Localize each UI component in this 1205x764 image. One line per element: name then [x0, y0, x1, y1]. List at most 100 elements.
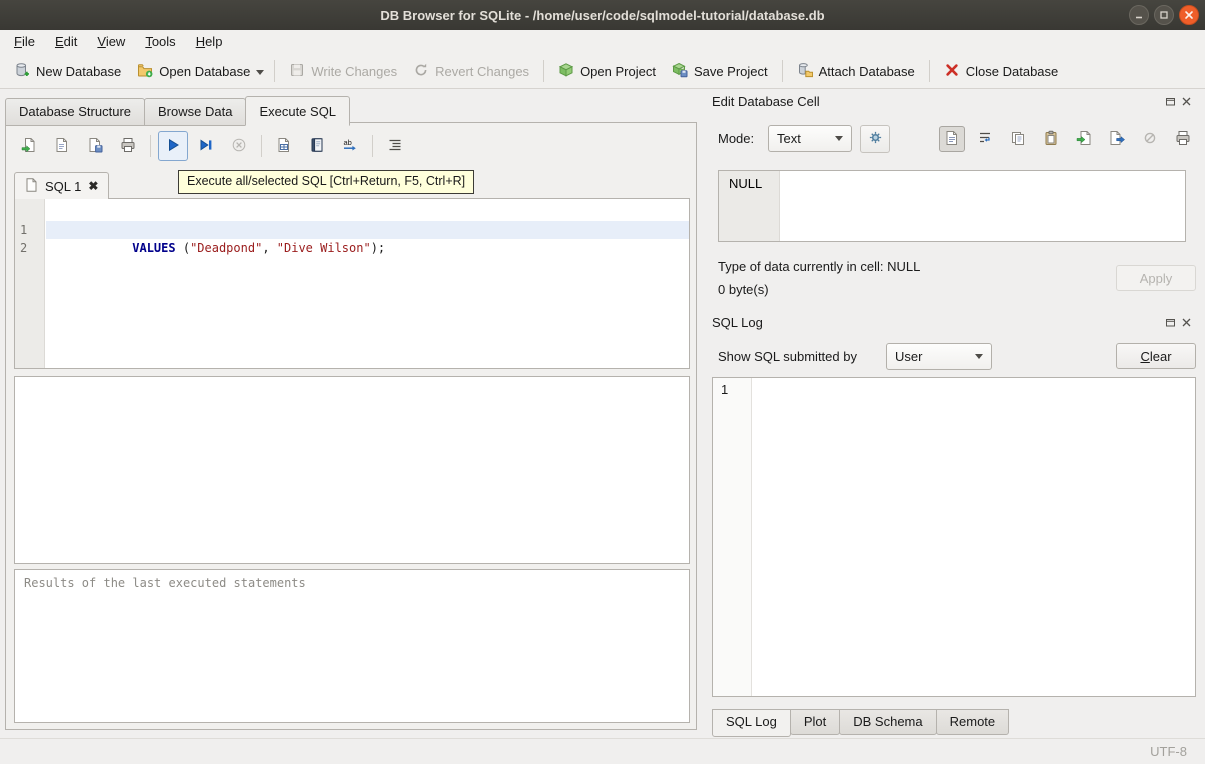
attach-database-button[interactable]: Attach Database — [789, 58, 923, 85]
minimize-icon — [1134, 10, 1144, 20]
save-sql-file-icon — [54, 137, 70, 156]
sql-log-dock-title: SQL Log — [712, 315, 1200, 333]
new-database-button[interactable]: New Database — [6, 58, 129, 85]
cell-editor-gutter: NULL — [719, 171, 780, 241]
dock-tab-db-schema[interactable]: DB Schema — [839, 709, 936, 735]
menu-tools[interactable]: Tools — [135, 30, 185, 54]
mode-select[interactable]: Text — [768, 125, 852, 152]
open-project-icon — [558, 62, 574, 81]
paste-cell-button[interactable] — [1038, 126, 1064, 152]
encoding-indicator: UTF-8 — [1150, 744, 1187, 759]
execute-line-button[interactable] — [191, 131, 221, 161]
minimize-button[interactable] — [1129, 5, 1149, 25]
maximize-button[interactable] — [1154, 5, 1174, 25]
save-project-button[interactable]: Save Project — [664, 58, 776, 85]
sql-log-gutter: 1 — [713, 378, 752, 696]
close-dock-icon[interactable] — [1181, 96, 1192, 107]
new-database-label: New Database — [36, 64, 121, 79]
float-dock-icon[interactable] — [1165, 317, 1176, 328]
submitted-by-select[interactable]: User — [886, 343, 992, 370]
toolbar-separator — [929, 60, 930, 82]
open-sql-file-button[interactable] — [14, 131, 44, 161]
sql-editor[interactable]: 1INSERT INTO "hero" ("name", "secret_nam… — [14, 198, 690, 369]
sql-toolbar-separator — [150, 135, 151, 157]
menu-edit[interactable]: Edit — [45, 30, 87, 54]
auto-format-icon — [868, 130, 883, 148]
statusbar: UTF-8 — [0, 738, 1205, 764]
cell-mode-row: Mode: Text — [718, 125, 1196, 155]
sql-log-area[interactable]: 1 — [712, 377, 1196, 697]
dock-tab-remote[interactable]: Remote — [936, 709, 1010, 735]
sql-toolbar-separator — [372, 135, 373, 157]
text-mode-button[interactable] — [939, 126, 965, 152]
import-data-button[interactable] — [1071, 126, 1097, 152]
filter-label: Show SQL submitted by — [718, 349, 857, 364]
find-replace-button[interactable]: ab — [335, 131, 365, 161]
window-controls — [1129, 5, 1199, 25]
close-database-icon — [944, 62, 960, 81]
clear-button[interactable]: Clear — [1116, 343, 1196, 369]
text-mode-icon — [944, 130, 960, 149]
attach-database-label: Attach Database — [819, 64, 915, 79]
execute-all-button[interactable] — [158, 131, 188, 161]
sql-document-tab[interactable]: SQL 1 ✖ — [14, 172, 109, 199]
print-cell-button[interactable] — [1170, 126, 1196, 152]
close-button[interactable] — [1179, 5, 1199, 25]
open-database-dropdown-arrow[interactable] — [256, 70, 264, 75]
dock-tab-bar: SQL Log Plot DB Schema Remote — [712, 709, 1008, 737]
close-dock-icon[interactable] — [1181, 317, 1192, 328]
save-results-button[interactable] — [269, 131, 299, 161]
line-number: 1 — [20, 221, 40, 239]
stop-button — [224, 131, 254, 161]
tab-execute-sql[interactable]: Execute SQL — [245, 96, 350, 126]
submitted-by-value: User — [895, 349, 922, 364]
toolbar-separator — [782, 60, 783, 82]
tooltip: Execute all/selected SQL [Ctrl+Return, F… — [178, 170, 474, 194]
write-changes-icon — [289, 62, 305, 81]
export-data-button[interactable] — [1104, 126, 1130, 152]
menu-help[interactable]: Help — [186, 30, 233, 54]
print-sql-button[interactable] — [113, 131, 143, 161]
tab-database-structure[interactable]: Database Structure — [5, 98, 145, 126]
cell-toolbar — [939, 126, 1196, 152]
word-wrap-button[interactable] — [972, 126, 998, 152]
dock-tab-sql-log[interactable]: SQL Log — [712, 709, 791, 737]
format-sql-button[interactable] — [380, 131, 410, 161]
sql-log-line-number: 1 — [721, 382, 728, 397]
maximize-icon — [1159, 10, 1169, 20]
write-changes-label: Write Changes — [311, 64, 397, 79]
menu-file[interactable]: File — [4, 30, 45, 54]
float-dock-icon[interactable] — [1165, 96, 1176, 107]
close-database-button[interactable]: Close Database — [936, 58, 1067, 85]
export-button[interactable] — [302, 131, 332, 161]
apply-button: Apply — [1116, 265, 1196, 291]
main-tab-bar: Database Structure Browse Data Execute S… — [5, 96, 349, 125]
close-sql-tab-icon[interactable]: ✖ — [88, 179, 98, 193]
toolbar-separator — [543, 60, 544, 82]
save-sql-as-button[interactable] — [80, 131, 110, 161]
chevron-down-icon — [975, 354, 983, 359]
edit-pane-placeholder — [14, 376, 690, 564]
execute-sql-panel: ab SQL 1 ✖ 1INSERT INTO "hero" ("n — [5, 122, 697, 730]
copy-cell-icon — [1010, 130, 1026, 149]
save-sql-file-button[interactable] — [47, 131, 77, 161]
sql-document-icon — [25, 178, 38, 195]
open-sql-file-icon — [21, 137, 37, 156]
menubar: File Edit View Tools Help — [0, 30, 1205, 54]
tab-browse-data[interactable]: Browse Data — [144, 98, 246, 126]
write-changes-button: Write Changes — [281, 58, 405, 85]
edit-cell-title: Edit Database Cell — [712, 94, 820, 109]
stop-icon — [231, 137, 247, 156]
dock-tab-plot[interactable]: Plot — [790, 709, 840, 735]
save-project-icon — [672, 62, 688, 81]
menu-view[interactable]: View — [87, 30, 135, 54]
edit-cell-dock-title: Edit Database Cell — [712, 94, 1200, 112]
open-database-button[interactable]: Open Database — [129, 58, 258, 85]
export-data-icon — [1109, 130, 1125, 149]
cell-editor[interactable]: NULL — [718, 170, 1186, 242]
open-project-button[interactable]: Open Project — [550, 58, 664, 85]
execute-line-icon — [198, 137, 214, 156]
auto-format-button[interactable] — [860, 125, 890, 153]
execute-all-icon — [165, 137, 181, 156]
copy-cell-button[interactable] — [1005, 126, 1031, 152]
